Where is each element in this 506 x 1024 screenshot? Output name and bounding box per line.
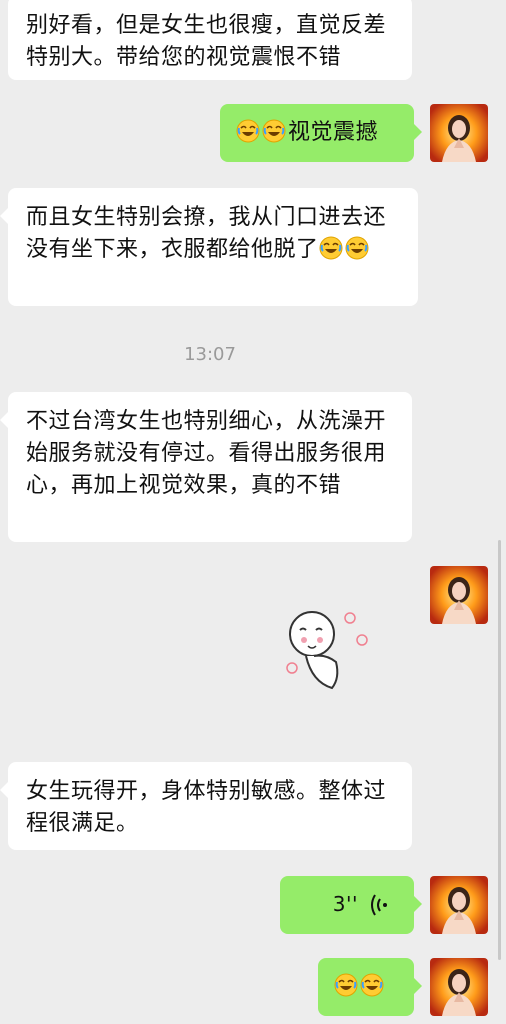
timestamp: 13:07 (184, 344, 236, 365)
message-bubble-incoming[interactable]: 而且女生特别会撩，我从门口进去还没有坐下来，衣服都给他脱了 (0, 188, 418, 306)
laughing-emoji-icon (319, 236, 343, 260)
voice-duration: 3'' (332, 892, 358, 916)
laughing-emoji-icon (360, 973, 384, 997)
laughing-emoji-icon (262, 119, 286, 143)
avatar[interactable] (430, 958, 488, 1016)
laughing-emoji-icon (236, 119, 260, 143)
message-text: 别好看，但是女生也很瘦，直觉反差特别大。带给您的视觉震恨不错 (26, 13, 387, 70)
scrollbar[interactable] (498, 540, 501, 960)
message-bubble-outgoing[interactable]: 视觉震撼 (220, 104, 422, 162)
cartoon-sticker-icon (286, 611, 368, 690)
laughing-emoji-icon (345, 236, 369, 260)
message-bubble-incoming[interactable]: 女生玩得开，身体特别敏感。整体过程很满足。 (0, 762, 412, 850)
avatar[interactable] (430, 104, 488, 162)
laughing-emoji-icon (334, 973, 358, 997)
message-bubble-incoming[interactable]: 别好看，但是女生也很瘦，直觉反差特别大。带给您的视觉震恨不错 (8, 0, 412, 80)
avatar[interactable] (430, 876, 488, 934)
voice-wave-icon (371, 894, 387, 916)
message-bubble-outgoing[interactable] (318, 958, 422, 1016)
message-bubble-incoming[interactable]: 不过台湾女生也特别细心，从洗澡开始服务就没有停过。看得出服务很用心，再加上视觉效… (0, 392, 412, 542)
message-text: 不过台湾女生也特别细心，从洗澡开始服务就没有停过。看得出服务很用心，再加上视觉效… (26, 409, 387, 498)
avatar[interactable] (430, 566, 488, 624)
voice-message[interactable]: 3'' (280, 876, 422, 934)
message-text: 视觉震撼 (288, 120, 379, 145)
message-text: 女生玩得开，身体特别敏感。整体过程很满足。 (26, 779, 387, 836)
sticker-message[interactable] (270, 600, 380, 700)
